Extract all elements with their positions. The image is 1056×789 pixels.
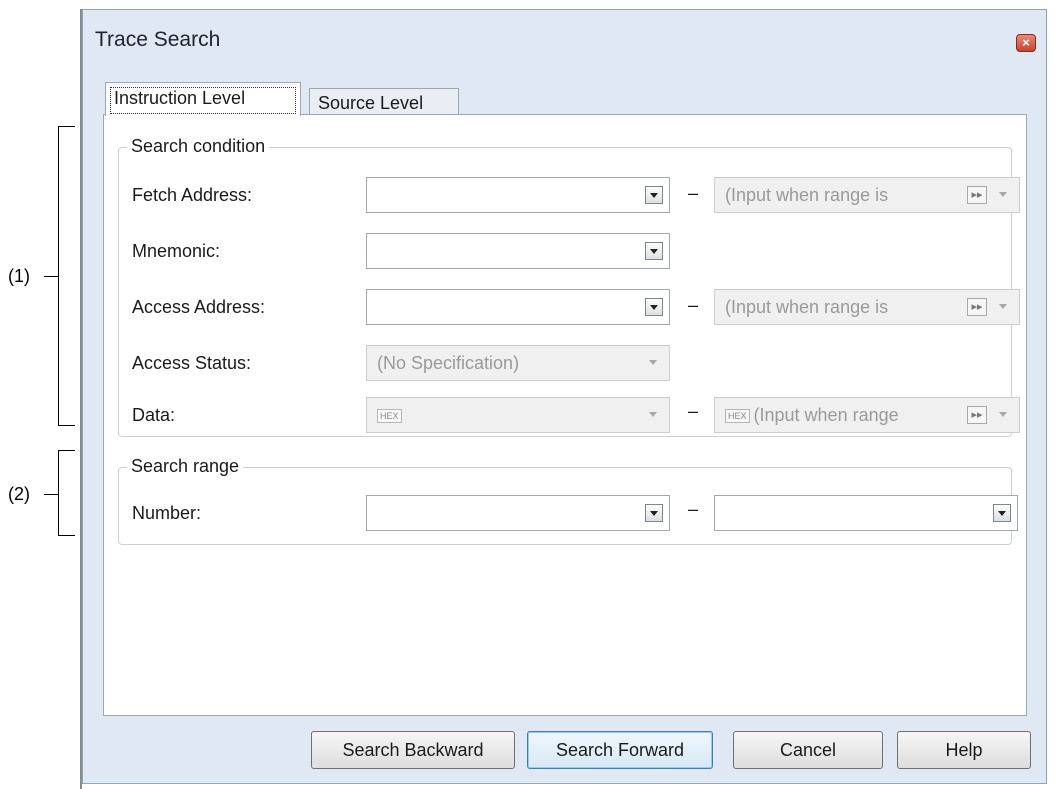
chevron-down-icon[interactable] [993, 504, 1011, 522]
fetch-address-from-combo[interactable] [366, 177, 670, 213]
number-label: Number: [132, 503, 202, 523]
number-from-combo[interactable] [366, 495, 670, 531]
search-forward-button[interactable]: Search Forward [527, 731, 713, 769]
bracket-group-1 [58, 126, 75, 426]
trace-search-dialog: Trace Search × Instruction Level Source … [82, 9, 1047, 784]
close-icon: × [1022, 35, 1030, 50]
access-address-from-combo[interactable] [366, 289, 670, 325]
range-separator: – [688, 401, 699, 421]
data-to-content: HEX (Input when range [725, 405, 899, 426]
bracket-group-2-tick [44, 494, 58, 495]
mnemonic-combo[interactable] [366, 233, 670, 269]
close-button[interactable]: × [1016, 34, 1036, 52]
tab-focus-rect [110, 87, 296, 114]
tab-source-level-label: Source Level [318, 93, 424, 113]
title-bar[interactable]: Trace Search × [83, 10, 1046, 62]
chevron-down-icon[interactable] [645, 186, 663, 204]
fetch-address-to-combo[interactable]: (Input when range is ▸▸ [714, 177, 1020, 213]
chevron-down-icon[interactable] [995, 186, 1013, 204]
window-title: Trace Search [95, 28, 221, 51]
data-label: Data: [132, 405, 176, 425]
chevron-down-icon[interactable] [645, 298, 663, 316]
search-range-legend: Search range [127, 456, 244, 477]
chevron-down-icon[interactable] [995, 406, 1013, 424]
help-button[interactable]: Help [897, 731, 1031, 769]
fast-forward-icon[interactable]: ▸▸ [967, 298, 987, 316]
fetch-address-to-placeholder: (Input when range is [725, 185, 889, 205]
access-address-to-placeholder: (Input when range is [725, 297, 889, 317]
annotation-group-1: (1) [8, 266, 30, 286]
tab-panel: Search condition Fetch Address: – (Input… [103, 114, 1027, 716]
number-to-combo[interactable] [714, 495, 1018, 531]
fetch-address-label: Fetch Address: [132, 185, 253, 205]
range-separator: – [688, 499, 699, 519]
chevron-down-icon[interactable] [645, 242, 663, 260]
bracket-group-1-tick [44, 276, 58, 277]
search-backward-button[interactable]: Search Backward [311, 731, 515, 769]
access-status-combo[interactable]: (No Specification) [366, 345, 670, 381]
access-status-value: (No Specification) [377, 353, 520, 373]
range-separator: – [688, 183, 699, 203]
chevron-down-icon[interactable] [645, 504, 663, 522]
data-from-combo[interactable]: HEX [366, 397, 670, 433]
access-status-label: Access Status: [132, 353, 252, 373]
fast-forward-icon[interactable]: ▸▸ [967, 186, 987, 204]
range-separator: – [688, 295, 699, 315]
search-condition-legend: Search condition [127, 136, 270, 157]
data-to-placeholder: (Input when range [753, 405, 899, 425]
data-from-content: HEX [377, 405, 406, 426]
chevron-down-icon[interactable] [645, 406, 663, 424]
access-address-label: Access Address: [132, 297, 266, 317]
cancel-button[interactable]: Cancel [733, 731, 883, 769]
chevron-down-icon[interactable] [645, 354, 663, 372]
bracket-group-2 [58, 450, 75, 536]
mnemonic-label: Mnemonic: [132, 241, 221, 261]
hex-badge: HEX [725, 409, 750, 424]
hex-badge: HEX [377, 409, 402, 424]
access-address-to-combo[interactable]: (Input when range is ▸▸ [714, 289, 1020, 325]
tab-instruction-level[interactable]: Instruction Level [105, 82, 301, 116]
data-to-combo[interactable]: HEX (Input when range ▸▸ [714, 397, 1020, 433]
chevron-down-icon[interactable] [995, 298, 1013, 316]
fast-forward-icon[interactable]: ▸▸ [967, 406, 987, 424]
annotation-group-2: (2) [8, 484, 30, 504]
